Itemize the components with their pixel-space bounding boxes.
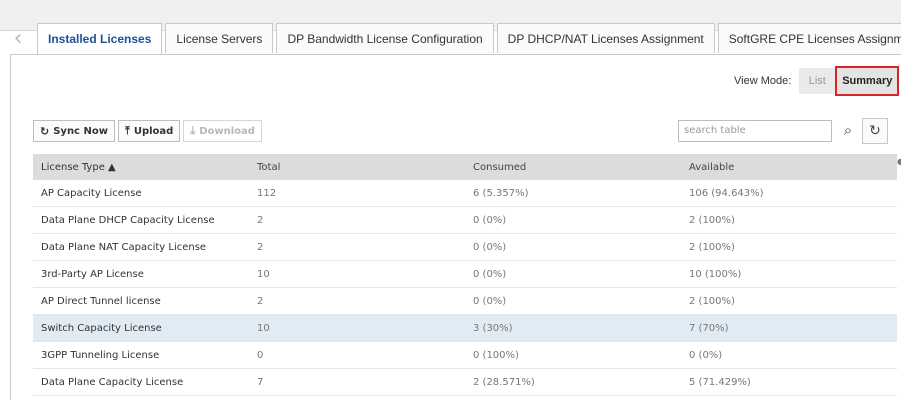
upload-button[interactable]: ⤒ Upload bbox=[117, 120, 181, 142]
upload-label: Upload bbox=[133, 125, 174, 137]
download-icon: ⤓ bbox=[190, 124, 196, 137]
column-settings-icon[interactable]: ● bbox=[897, 157, 901, 166]
table-row[interactable]: Data Plane Capacity License 7 2 (28.571%… bbox=[33, 368, 897, 396]
tab-softgre-cpe-licenses-assignment[interactable]: SoftGRE CPE Licenses Assignment bbox=[717, 23, 901, 53]
consumed-cell: 0 (0%) bbox=[465, 287, 681, 315]
view-mode-list-button[interactable]: List bbox=[799, 68, 836, 94]
license-type-cell: AP Capacity License bbox=[33, 180, 249, 207]
tab-bar: Installed Licenses License Servers DP Ba… bbox=[37, 23, 901, 54]
available-cell: 2 (100%) bbox=[681, 233, 897, 261]
total-cell: 7 bbox=[249, 368, 465, 396]
tab-scroll-left-icon[interactable]: ‹ bbox=[6, 24, 30, 54]
tab-dp-bandwidth-license-configuration[interactable]: DP Bandwidth License Configuration bbox=[276, 23, 494, 53]
consumed-cell: 0 (0%) bbox=[465, 233, 681, 261]
available-cell: 5 (71.429%) bbox=[681, 368, 897, 396]
refresh-button[interactable]: ↻ bbox=[862, 118, 888, 144]
tab-license-servers[interactable]: License Servers bbox=[165, 23, 274, 53]
license-type-cell: Switch Capacity License bbox=[33, 314, 249, 342]
available-cell: 2 (100%) bbox=[681, 206, 897, 234]
table-row-selected[interactable]: Switch Capacity License 10 3 (30%) 7 (70… bbox=[33, 314, 897, 342]
column-header-total[interactable]: Total bbox=[249, 154, 465, 180]
total-cell: 2 bbox=[249, 206, 465, 234]
table-row[interactable]: AP Direct Tunnel license 2 0 (0%) 2 (100… bbox=[33, 287, 897, 315]
available-cell: 106 (94.643%) bbox=[681, 180, 897, 207]
license-type-cell: Data Plane DHCP Capacity License bbox=[33, 206, 249, 234]
total-cell: 0 bbox=[249, 341, 465, 369]
panel-top-border bbox=[10, 54, 901, 55]
column-header-license-type[interactable]: License Type ▲ bbox=[33, 154, 249, 180]
table-row[interactable]: 3GPP Tunneling License 0 0 (100%) 0 (0%) bbox=[33, 341, 897, 369]
consumed-cell: 2 (28.571%) bbox=[465, 368, 681, 396]
tab-dp-dhcp-nat-licenses-assignment[interactable]: DP DHCP/NAT Licenses Assignment bbox=[496, 23, 715, 53]
consumed-cell: 0 (0%) bbox=[465, 206, 681, 234]
view-mode-summary-button[interactable]: Summary bbox=[835, 66, 900, 96]
license-type-cell: Data Plane Capacity License bbox=[33, 368, 249, 396]
table-row[interactable]: Data Plane NAT Capacity License 2 0 (0%)… bbox=[33, 233, 897, 261]
sync-now-label: Sync Now bbox=[53, 125, 108, 137]
license-type-cell: AP Direct Tunnel license bbox=[33, 287, 249, 315]
consumed-cell: 6 (5.357%) bbox=[465, 180, 681, 207]
column-header-available[interactable]: Available bbox=[681, 154, 897, 180]
search-icon[interactable]: ⌕ bbox=[838, 118, 858, 142]
license-type-cell: 3GPP Tunneling License bbox=[33, 341, 249, 369]
total-cell: 2 bbox=[249, 287, 465, 315]
licenses-table: License Type ▲ Total Consumed Available … bbox=[33, 154, 897, 396]
view-mode-toggle: View Mode: List Summary bbox=[734, 66, 900, 96]
sync-now-button[interactable]: ↻ Sync Now bbox=[33, 120, 115, 142]
total-cell: 10 bbox=[249, 314, 465, 342]
table-toolbar: ↻ Sync Now ⤒ Upload ⤓ Download bbox=[33, 120, 265, 142]
upload-icon: ⤒ bbox=[124, 124, 130, 137]
available-cell: 10 (100%) bbox=[681, 260, 897, 288]
consumed-cell: 3 (30%) bbox=[465, 314, 681, 342]
search-input[interactable]: search table bbox=[678, 120, 832, 142]
consumed-cell: 0 (100%) bbox=[465, 341, 681, 369]
total-cell: 112 bbox=[249, 180, 465, 207]
total-cell: 10 bbox=[249, 260, 465, 288]
tab-installed-licenses[interactable]: Installed Licenses bbox=[37, 23, 163, 54]
view-mode-label: View Mode: bbox=[734, 75, 792, 87]
refresh-icon: ↻ bbox=[869, 123, 881, 139]
available-cell: 0 (0%) bbox=[681, 341, 897, 369]
download-label: Download bbox=[199, 125, 255, 137]
sync-icon: ↻ bbox=[40, 124, 50, 138]
total-cell: 2 bbox=[249, 233, 465, 261]
table-row[interactable]: 3rd-Party AP License 10 0 (0%) 10 (100%) bbox=[33, 260, 897, 288]
license-type-cell: Data Plane NAT Capacity License bbox=[33, 233, 249, 261]
available-cell: 2 (100%) bbox=[681, 287, 897, 315]
table-row[interactable]: Data Plane DHCP Capacity License 2 0 (0%… bbox=[33, 206, 897, 234]
license-type-cell: 3rd-Party AP License bbox=[33, 260, 249, 288]
consumed-cell: 0 (0%) bbox=[465, 260, 681, 288]
column-header-consumed[interactable]: Consumed bbox=[465, 154, 681, 180]
download-button[interactable]: ⤓ Download bbox=[183, 120, 262, 142]
panel-left-border bbox=[10, 54, 11, 400]
table-header-row: License Type ▲ Total Consumed Available bbox=[33, 154, 897, 180]
available-cell: 7 (70%) bbox=[681, 314, 897, 342]
table-row[interactable]: AP Capacity License 112 6 (5.357%) 106 (… bbox=[33, 180, 897, 207]
